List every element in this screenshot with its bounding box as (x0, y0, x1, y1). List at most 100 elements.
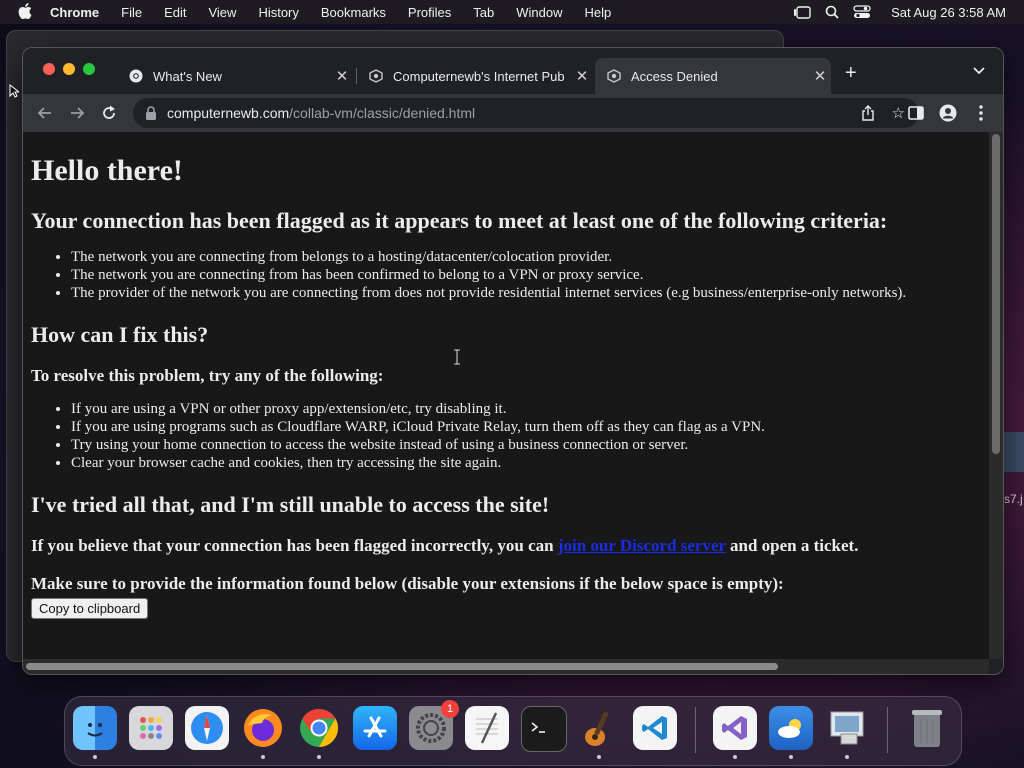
new-tab-icon[interactable]: + (845, 62, 857, 85)
tab-search-chevron-icon[interactable] (973, 62, 985, 78)
ticket-text: If you believe that your connection has … (31, 536, 558, 555)
bookmark-star-icon[interactable]: ☆ (892, 104, 905, 122)
page-content: Hello there! Your connection has been fl… (23, 132, 989, 659)
running-indicator (845, 755, 849, 759)
mouse-pointer-icon (9, 83, 21, 103)
fixes-list: If you are using a VPN or other proxy ap… (31, 400, 981, 472)
lock-icon[interactable] (145, 106, 157, 120)
tab-strip: What's New ✕ Computernewb's Internet Pub… (23, 48, 1003, 94)
copy-to-clipboard-button[interactable]: Copy to clipboard (31, 598, 149, 619)
computernewb-icon (607, 69, 621, 83)
fix-heading: How can I fix this? (31, 322, 209, 347)
reload-icon[interactable] (99, 103, 119, 123)
horizontal-scrollbar[interactable] (23, 659, 989, 674)
dock-separator (695, 707, 696, 753)
minimize-window-button[interactable] (63, 63, 75, 75)
menu-bookmarks[interactable]: Bookmarks (321, 5, 386, 20)
vertical-scrollbar[interactable] (989, 132, 1003, 659)
running-indicator (789, 755, 793, 759)
side-panel-icon[interactable] (906, 103, 926, 123)
url-domain: computernewb.com (167, 105, 290, 121)
weather-icon[interactable] (769, 706, 813, 750)
tab-access-denied[interactable]: Access Denied ✕ (595, 58, 831, 94)
terminal-icon[interactable] (521, 706, 567, 752)
menu-file[interactable]: File (121, 5, 142, 20)
ticket-text-end: and open a ticket. (725, 536, 859, 555)
menu-edit[interactable]: Edit (164, 5, 186, 20)
stage-manager-icon[interactable] (793, 5, 811, 19)
discord-link[interactable]: join our Discord server (558, 536, 726, 555)
browser-toolbar: computernewb.com/collab-vm/classic/denie… (23, 94, 1003, 132)
url-text[interactable]: computernewb.com/collab-vm/classic/denie… (167, 105, 475, 121)
menubar-clock[interactable]: Sat Aug 26 3:58 AM (891, 5, 1006, 20)
running-indicator (93, 755, 97, 759)
running-indicator (597, 755, 601, 759)
menu-window[interactable]: Window (516, 5, 562, 20)
menu-bar: Chrome File Edit View History Bookmarks … (0, 0, 1024, 24)
menu-tab[interactable]: Tab (473, 5, 494, 20)
list-item: The network you are connecting from has … (71, 266, 981, 284)
more-menu-icon[interactable] (971, 103, 991, 123)
trash-icon[interactable] (905, 706, 949, 750)
back-arrow-icon[interactable] (35, 103, 55, 123)
safari-icon[interactable] (185, 706, 229, 750)
dock-separator (887, 707, 888, 753)
address-bar[interactable]: computernewb.com/collab-vm/classic/denie… (133, 98, 919, 128)
page-title: Hello there! (31, 154, 183, 187)
ticket-paragraph: If you believe that your connection has … (31, 536, 981, 556)
still-unable-heading: I've tried all that, and I'm still unabl… (31, 492, 550, 517)
preview-icon[interactable] (825, 706, 869, 750)
app-store-icon[interactable] (353, 706, 397, 750)
visual-studio-icon[interactable] (713, 706, 757, 750)
firefox-icon[interactable] (241, 706, 285, 750)
garageband-icon[interactable] (577, 706, 621, 750)
launchpad-icon[interactable] (129, 706, 173, 750)
dock: 1 (64, 696, 962, 766)
fullscreen-window-button[interactable] (83, 63, 95, 75)
list-item: Clear your browser cache and cookies, th… (71, 454, 981, 472)
background-file-label: s7.j (1004, 492, 1023, 506)
computernewb-icon (369, 69, 383, 83)
finder-icon[interactable] (73, 706, 117, 750)
list-item: The network you are connecting from belo… (71, 248, 981, 266)
notification-badge: 1 (441, 700, 459, 718)
system-settings-icon[interactable]: 1 (409, 700, 459, 750)
scrollbar-thumb[interactable] (26, 663, 778, 670)
info-paragraph: Make sure to provide the information fou… (31, 574, 784, 593)
menu-view[interactable]: View (208, 5, 236, 20)
chrome-icon (129, 69, 143, 83)
url-path: /collab-vm/classic/denied.html (289, 105, 476, 121)
text-cursor-icon (454, 349, 460, 365)
list-item: Try using your home connection to access… (71, 436, 981, 454)
apple-menu-icon[interactable] (18, 2, 32, 22)
running-indicator (733, 755, 737, 759)
tab-computernewb-pub[interactable]: Computernewb's Internet Pub ✕ (357, 58, 593, 94)
app-name-menu[interactable]: Chrome (50, 5, 99, 20)
list-item: If you are using programs such as Cloudf… (71, 418, 981, 436)
close-window-button[interactable] (43, 63, 55, 75)
tab-title: Access Denied (631, 68, 718, 84)
list-item: The provider of the network you are conn… (71, 284, 981, 302)
flagged-heading: Your connection has been flagged as it a… (31, 208, 888, 233)
forward-arrow-icon[interactable] (67, 103, 87, 123)
profile-avatar-icon[interactable] (938, 103, 958, 123)
scrollbar-thumb[interactable] (992, 134, 1000, 454)
menu-help[interactable]: Help (585, 5, 612, 20)
chrome-window: What's New ✕ Computernewb's Internet Pub… (22, 47, 1004, 675)
share-icon[interactable] (861, 105, 875, 126)
spotlight-search-icon[interactable] (825, 5, 839, 19)
resolve-heading: To resolve this problem, try any of the … (31, 366, 384, 385)
menu-profiles[interactable]: Profiles (408, 5, 451, 20)
tab-title: What's New (153, 68, 222, 84)
textedit-icon[interactable] (465, 706, 509, 750)
chrome-icon[interactable] (297, 706, 341, 750)
menu-history[interactable]: History (258, 5, 298, 20)
vscode-icon[interactable] (633, 706, 677, 750)
running-indicator (261, 755, 265, 759)
tab-whats-new[interactable]: What's New ✕ (117, 58, 353, 94)
tab-close-icon[interactable]: ✕ (331, 67, 353, 85)
running-indicator (317, 755, 321, 759)
tab-close-icon[interactable]: ✕ (809, 67, 831, 85)
control-center-icon[interactable] (853, 5, 871, 19)
tab-close-icon[interactable]: ✕ (571, 67, 593, 85)
